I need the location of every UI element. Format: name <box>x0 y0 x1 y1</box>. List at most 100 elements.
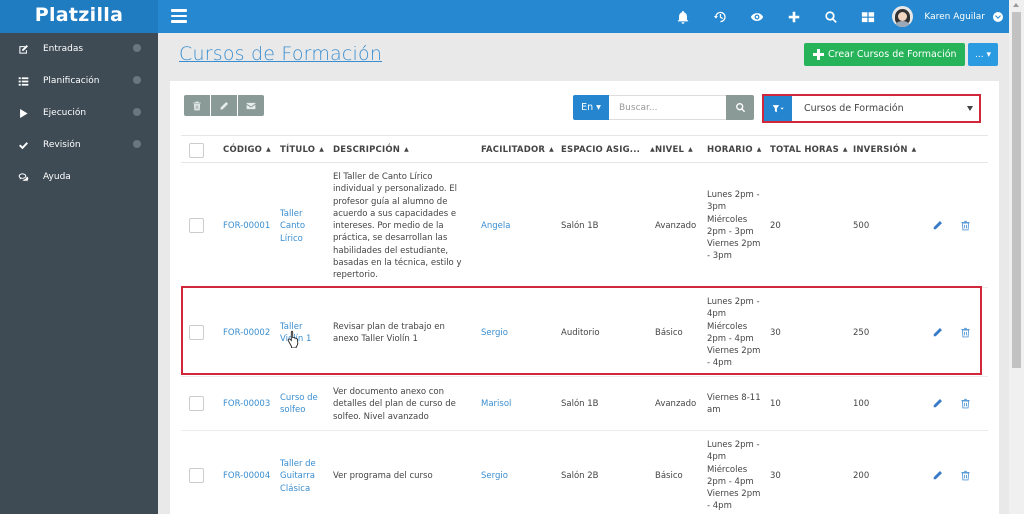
row-checkbox[interactable] <box>189 396 204 411</box>
investment: 250 <box>853 328 870 338</box>
list-icon <box>16 76 30 87</box>
sidebar-item-label: Planificación <box>43 76 100 86</box>
facilitator-link[interactable]: Sergio <box>481 470 508 482</box>
column-header-facilitador[interactable]: FACILITADOR ▲ <box>481 145 554 155</box>
table-row: FOR-00002 Taller Violín 1 Revisar plan d… <box>181 288 988 377</box>
chevron-down-icon[interactable] <box>993 11 1003 22</box>
bell-icon[interactable] <box>664 0 701 33</box>
sidebar-item-ayuda[interactable]: Ayuda <box>0 161 158 193</box>
edit-icon[interactable] <box>932 220 943 234</box>
search-icon[interactable] <box>812 0 849 33</box>
scroll-up-arrow-icon[interactable] <box>1013 3 1019 7</box>
chevron-right-icon <box>133 44 141 52</box>
bulk-delete-button[interactable] <box>184 95 210 116</box>
total-hours: 20 <box>770 221 781 231</box>
course-description: El Taller de Canto Lírico individual y p… <box>333 172 462 281</box>
bulk-email-button[interactable] <box>238 95 264 116</box>
trash-icon[interactable] <box>960 327 971 341</box>
select-all-checkbox[interactable] <box>189 143 204 158</box>
schedule: Viernes 8-11 am <box>707 393 761 416</box>
filter-icon <box>772 104 784 112</box>
course-title-link[interactable]: Taller de Guitarra Clásica <box>280 458 320 495</box>
course-description: Ver programa del curso <box>333 471 433 481</box>
caret-down-icon <box>967 106 973 111</box>
investment: 500 <box>853 221 870 231</box>
investment: 100 <box>853 399 870 409</box>
total-hours: 30 <box>770 328 781 338</box>
course-description: Revisar plan de trabajo en anexo Taller … <box>333 322 445 345</box>
level: Básico <box>655 471 683 481</box>
sidebar-item-label: Revisión <box>43 140 81 150</box>
column-header-codigo[interactable]: CÓDIGO ▲ <box>223 145 271 155</box>
edit-icon <box>16 44 30 55</box>
page-title[interactable]: Cursos de Formación <box>179 43 382 65</box>
sidebar-item-planificacion[interactable]: Planificación <box>0 65 158 97</box>
course-code-link[interactable]: FOR-00004 <box>223 470 270 482</box>
check-icon <box>16 140 30 151</box>
column-header-total-horas[interactable]: TOTAL HORAS ▲ <box>770 145 848 155</box>
trash-icon[interactable] <box>960 470 971 484</box>
facilitator-link[interactable]: Angela <box>481 220 510 232</box>
brand-logo[interactable]: Platzilla <box>0 0 158 33</box>
course-title-link[interactable]: Curso de solfeo <box>280 392 320 417</box>
avatar <box>892 6 914 27</box>
create-course-label: Crear Cursos de Formación <box>828 49 957 60</box>
scroll-thumb[interactable] <box>1012 12 1021 368</box>
search-icon <box>735 103 745 113</box>
create-course-button[interactable]: Crear Cursos de Formación <box>804 43 965 66</box>
bulk-edit-button[interactable] <box>211 95 237 116</box>
column-header-inversion[interactable]: INVERSIÓN ▲ <box>853 145 916 155</box>
row-checkbox[interactable] <box>189 218 204 233</box>
column-header-horario[interactable]: HORARIO ▲ <box>707 145 762 155</box>
column-header-espacio[interactable]: ESPACIO ASIG... ▲ <box>561 145 655 155</box>
total-hours: 30 <box>770 471 781 481</box>
trash-icon[interactable] <box>960 220 971 234</box>
eye-icon[interactable] <box>738 0 775 33</box>
course-code-link[interactable]: FOR-00003 <box>223 398 270 410</box>
chevron-right-icon <box>133 108 141 116</box>
content-panel: En ▾ Cursos de Formación CÓDIGO▲ TÍTULO▲… <box>170 81 999 514</box>
page-scrollbar[interactable] <box>1009 0 1024 514</box>
edit-icon[interactable] <box>932 470 943 484</box>
user-menu[interactable]: Karen Aguilar <box>892 6 1003 27</box>
filter-select[interactable]: Cursos de Formación <box>792 96 979 121</box>
table-row: FOR-00001 Taller Canto Lírico El Taller … <box>181 163 988 288</box>
table-row: FOR-00004 Taller de Guitarra Clásica Ver… <box>181 431 988 514</box>
table-row: FOR-00003 Curso de solfeo Ver documento … <box>181 377 988 431</box>
play-icon <box>16 108 30 119</box>
column-header-descripcion[interactable]: DESCRIPCIÓN ▲ <box>333 145 409 155</box>
level: Básico <box>655 328 683 338</box>
search-input[interactable] <box>609 95 726 120</box>
more-actions-button[interactable]: ... ▾ <box>968 43 998 66</box>
user-name: Karen Aguilar <box>924 11 985 22</box>
sidebar-item-entradas[interactable]: Entradas <box>0 33 158 65</box>
menu-toggle-icon[interactable] <box>171 9 187 23</box>
column-header-nivel[interactable]: NIVEL ▲ <box>655 145 693 155</box>
main-content: Cursos de Formación Crear Cursos de Form… <box>158 33 1009 514</box>
filter-button[interactable] <box>764 96 792 121</box>
edit-icon[interactable] <box>932 327 943 341</box>
sidebar-item-revision[interactable]: Revisión <box>0 129 158 161</box>
sidebar-item-ejecucion[interactable]: Ejecución <box>0 97 158 129</box>
course-code-link[interactable]: FOR-00002 <box>223 327 270 339</box>
search-button[interactable] <box>726 95 754 120</box>
column-header-titulo[interactable]: TÍTULO ▲ <box>280 145 324 155</box>
schedule: Lunes 2pm - 3pm Miércoles 2pm - 3pm Vier… <box>707 190 761 262</box>
facilitator-link[interactable]: Sergio <box>481 327 508 339</box>
course-code-link[interactable]: FOR-00001 <box>223 220 270 232</box>
search-group: En ▾ <box>573 95 754 120</box>
history-icon[interactable] <box>701 0 738 33</box>
assigned-space: Salón 1B <box>561 399 599 409</box>
sidebar: Entradas Planificación Ejecución Revisió… <box>0 33 158 514</box>
course-title-link[interactable]: Taller Canto Lírico <box>280 208 312 245</box>
search-scope-dropdown[interactable]: En ▾ <box>573 95 609 120</box>
facilitator-link[interactable]: Marisol <box>481 398 511 410</box>
schedule: Lunes 2pm - 4pm Miércoles 2pm - 4pm Vier… <box>707 440 761 512</box>
row-checkbox[interactable] <box>189 325 204 340</box>
bulk-actions <box>184 95 265 116</box>
row-checkbox[interactable] <box>189 468 204 483</box>
grid-icon[interactable] <box>849 0 886 33</box>
trash-icon[interactable] <box>960 398 971 412</box>
edit-icon[interactable] <box>932 398 943 412</box>
plus-icon[interactable] <box>775 0 812 33</box>
